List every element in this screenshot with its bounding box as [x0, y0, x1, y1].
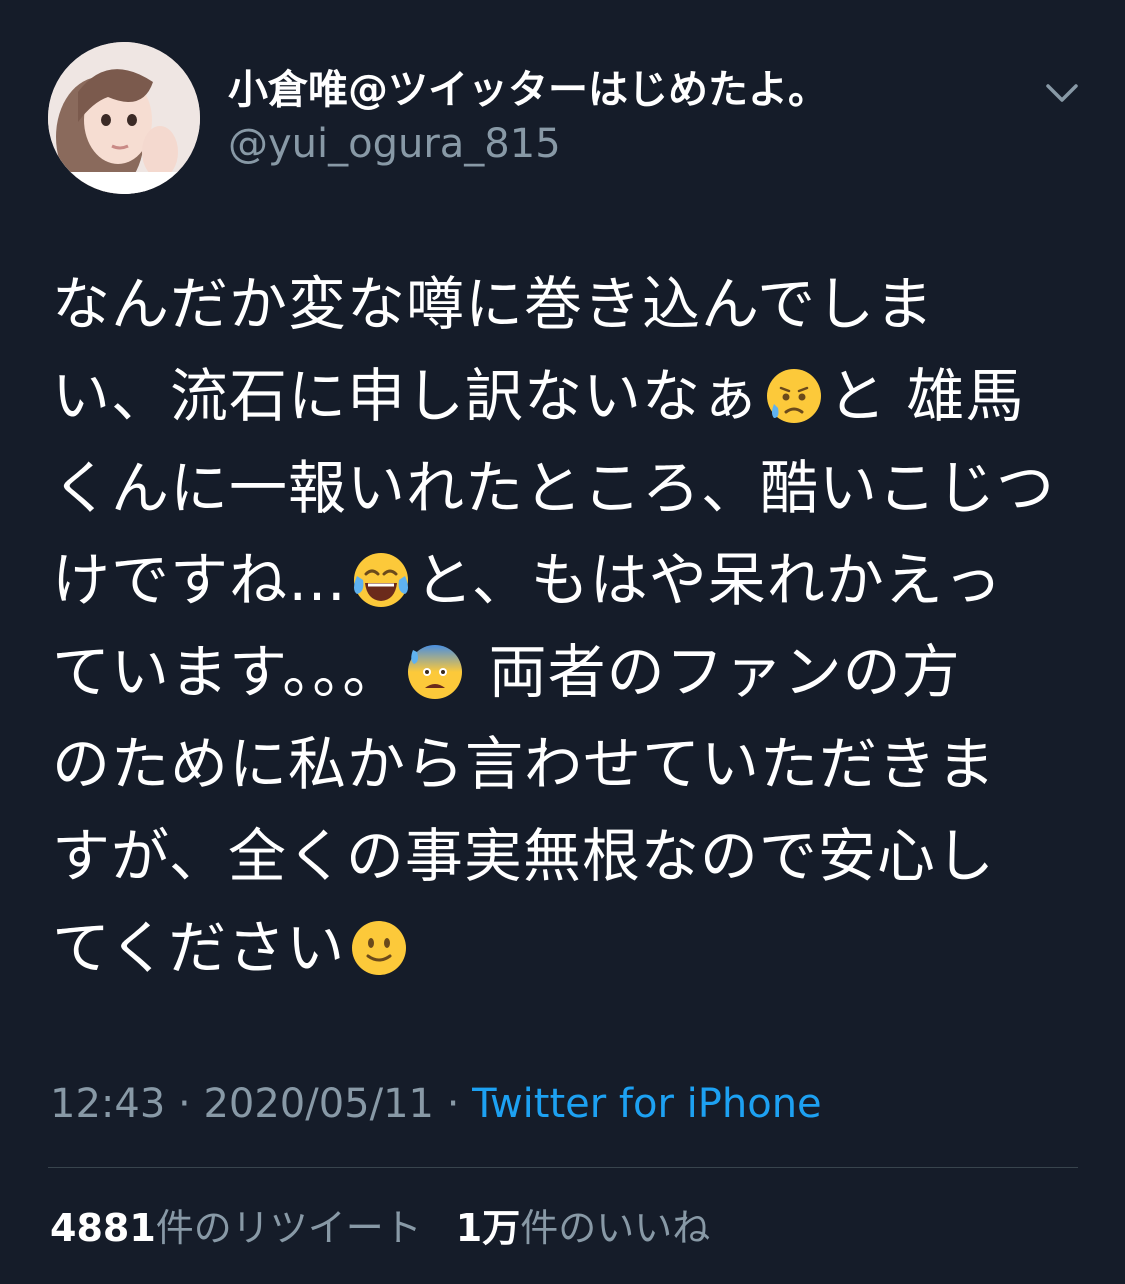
- avatar[interactable]: [48, 42, 200, 194]
- profile-photo: [48, 42, 200, 194]
- tweet-text-line: のために私から言わせていただきま: [52, 718, 1082, 810]
- meta-separator: ·: [165, 1081, 204, 1127]
- tweet-detail: 小倉唯@ツイッターはじめたよ。 @yui_ogura_815 なんだか変な噂に巻…: [0, 0, 1125, 1284]
- tweet-text-line: ています。。。 両者のファンの方: [52, 626, 1082, 718]
- meta-separator: ·: [433, 1081, 473, 1127]
- tweet-text-line: なんだか変な噂に巻き込んでしま: [52, 258, 1082, 350]
- tweet-text-line: すが、全くの事実無根なので安心し: [52, 810, 1082, 902]
- tweet-stats: 4881件のリツイート 1万件のいいね: [50, 1204, 710, 1252]
- like-stat[interactable]: 1万件のいいね: [456, 1206, 710, 1250]
- tweet-text-line: くんに一報いれたところ、酷いこじつ: [52, 442, 1082, 534]
- like-count: 1万: [455, 1206, 521, 1250]
- tweet-text-segment: くんに一報いれたところ、酷いこじつ: [52, 454, 1056, 522]
- tweet-text-segment: けですね…: [52, 546, 348, 614]
- author-handle[interactable]: @yui_ogura_815: [228, 120, 561, 168]
- retweet-label: 件のリツイート: [155, 1206, 422, 1250]
- tweet-text-segment: い、流石に申し訳ないなぁ: [52, 362, 761, 430]
- tweet-source-link[interactable]: Twitter for iPhone: [472, 1081, 822, 1127]
- tweet-text-line: てください: [52, 902, 1082, 994]
- tweet-meta: 12:43 · 2020/05/11 · Twitter for iPhone: [50, 1080, 822, 1128]
- like-label: 件のいいね: [520, 1206, 711, 1250]
- tweet-text: なんだか変な噂に巻き込んでしま い、流石に申し訳ないなぁと 雄馬 くんに一報いれたと…: [52, 258, 1082, 994]
- retweet-stat[interactable]: 4881件のリツイート: [50, 1206, 422, 1250]
- anxious-face-with-sweat-icon: [408, 645, 463, 699]
- retweet-count: 4881: [50, 1206, 156, 1250]
- tweet-text-segment: と、もはや呆れかえっ: [415, 546, 1003, 614]
- tweet-text-segment: のために私から言わせていただきま: [52, 730, 997, 798]
- chevron-down-icon[interactable]: [1040, 70, 1084, 114]
- disappointed-relieved-face-icon: [767, 369, 822, 423]
- tweet-text-segment: 両者のファンの方: [469, 638, 961, 706]
- tweet-text-segment: すが、全くの事実無根なので安心し: [52, 822, 995, 890]
- tweet-text-segment: と 雄馬: [828, 362, 1025, 430]
- tweet-time: 12:43: [50, 1081, 166, 1127]
- tweet-text-segment: ています。。。: [52, 638, 402, 706]
- tweet-text-line: い、流石に申し訳ないなぁと 雄馬: [52, 350, 1082, 442]
- slightly-smiling-face-icon: [352, 921, 407, 975]
- tweet-text-line: けですね… と、もはや呆れかえっ: [52, 534, 1082, 626]
- face-with-tears-of-joy-icon: [354, 553, 409, 607]
- tweet-date: 2020/05/11: [203, 1081, 434, 1127]
- tweet-text-segment: なんだか変な噂に巻き込んでしま: [52, 270, 935, 338]
- author-display-name[interactable]: 小倉唯@ツイッターはじめたよ。: [228, 66, 828, 114]
- tweet-text-segment: てください: [52, 914, 346, 982]
- divider: [48, 1167, 1078, 1168]
